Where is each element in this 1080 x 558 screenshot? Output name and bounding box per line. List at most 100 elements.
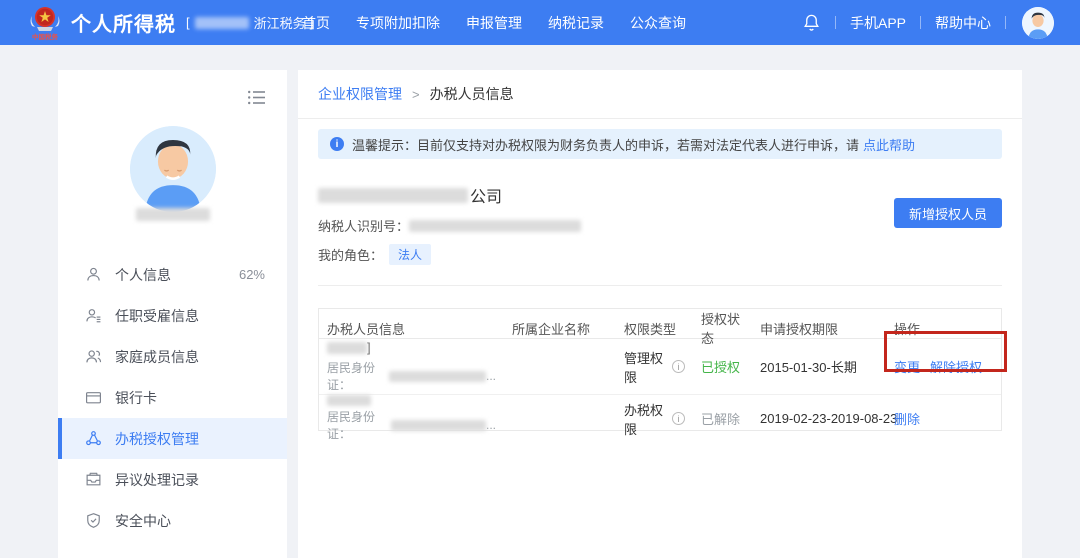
- sidebar-item-label: 个人信息: [115, 265, 171, 285]
- id-ellipsis: ...: [486, 369, 496, 383]
- operations-cell: 变更 解除授权: [878, 357, 1000, 376]
- sidebar-item-label: 安全中心: [115, 511, 171, 531]
- table-row: 居民身份证： ... 办税权限 i 已解除 2019-02-23-2019-08…: [319, 395, 1001, 430]
- redacted-id-number: [391, 420, 486, 431]
- divider: [920, 16, 921, 29]
- table-header-row: 办税人员信息 所属企业名称 权限类型 授权状态 申请授权期限 操作: [319, 309, 1001, 339]
- app-subtitle: [ 浙江税务 ]: [186, 13, 313, 32]
- auth-status-cell: 已授权: [693, 357, 752, 376]
- person-name: ]: [327, 340, 496, 355]
- role-badge: 法人: [389, 244, 431, 265]
- redacted-company-name: [318, 188, 468, 203]
- taxpayer-id-label: 纳税人识别号：: [318, 216, 409, 235]
- sidebar-item-label: 异议处理记录: [115, 470, 199, 490]
- breadcrumb-parent-link[interactable]: 企业权限管理: [318, 84, 402, 104]
- breadcrumb-separator: >: [412, 87, 420, 102]
- sidebar: 个人信息 62% 任职受雇信息 家庭成员信息 银行卡 办税授权管理: [58, 70, 287, 558]
- tax-emblem-logo: 中国税务: [28, 4, 62, 42]
- sidebar-item-label: 任职受雇信息: [115, 306, 199, 326]
- notice-text: 温馨提示：目前仅支持对办税权限为财务负责人的申诉，若需对法定代表人进行申诉，请: [352, 135, 859, 154]
- bank-card-icon: [85, 389, 103, 406]
- collapse-menu-icon[interactable]: [248, 90, 265, 110]
- region-label: 浙江税务: [254, 13, 306, 32]
- profile-completion-percent: 62%: [239, 267, 265, 282]
- person-name: [327, 395, 496, 406]
- notification-bell-icon[interactable]: [802, 13, 821, 32]
- redacted-taxpayer-id: [409, 220, 581, 232]
- permission-type-cell: 办税权限 i: [616, 400, 693, 438]
- authorized-persons-table: 办税人员信息 所属企业名称 权限类型 授权状态 申请授权期限 操作 ] 居民身份…: [318, 308, 1002, 431]
- redacted-id-number: [389, 371, 486, 382]
- operations-cell: 删除: [878, 409, 1000, 428]
- nav-tax-records[interactable]: 纳税记录: [548, 13, 604, 33]
- bracket-open: [: [186, 15, 190, 30]
- redacted-person-name: [327, 395, 371, 406]
- main-nav: 首页 专项附加扣除 申报管理 纳税记录 公众查询: [302, 0, 686, 45]
- sidebar-item-label: 办税授权管理: [115, 429, 199, 449]
- id-type-label: 居民身份证：: [327, 408, 391, 442]
- nav-special-deduction[interactable]: 专项附加扣除: [356, 13, 440, 33]
- permission-type: 管理权限: [624, 348, 669, 386]
- sidebar-item-personal-info[interactable]: 个人信息 62%: [58, 254, 287, 295]
- main-panel: 企业权限管理 > 办税人员信息 i 温馨提示：目前仅支持对办税权限为财务负责人的…: [298, 70, 1022, 558]
- sidebar-item-employment-info[interactable]: 任职受雇信息: [58, 295, 287, 336]
- info-circle-icon[interactable]: i: [672, 412, 685, 425]
- permission-type-cell: 管理权限 i: [616, 348, 693, 386]
- sidebar-item-bank-card[interactable]: 银行卡: [58, 377, 287, 418]
- mobile-app-link[interactable]: 手机APP: [850, 13, 906, 33]
- my-role-label: 我的角色：: [318, 245, 383, 264]
- sidebar-menu: 个人信息 62% 任职受雇信息 家庭成员信息 银行卡 办税授权管理: [58, 254, 287, 541]
- redacted-region-prefix: [195, 17, 249, 29]
- add-authorized-person-button[interactable]: 新增授权人员: [894, 198, 1002, 228]
- divider: [835, 16, 836, 29]
- revoke-authorization-link[interactable]: 解除授权: [930, 357, 982, 376]
- sidebar-item-security-center[interactable]: 安全中心: [58, 500, 287, 541]
- sidebar-item-family-members[interactable]: 家庭成员信息: [58, 336, 287, 377]
- id-ellipsis: ...: [486, 418, 496, 432]
- help-center-link[interactable]: 帮助中心: [935, 13, 991, 33]
- section-divider: [318, 285, 1002, 286]
- sidebar-item-tax-authorization[interactable]: 办税授权管理: [58, 418, 287, 459]
- person-id: 居民身份证： ...: [327, 408, 496, 442]
- delete-link[interactable]: 删除: [894, 409, 920, 428]
- id-type-label: 居民身份证：: [327, 359, 389, 393]
- notice-banner: i 温馨提示：目前仅支持对办税权限为财务负责人的申诉，若需对法定代表人进行申诉，…: [318, 129, 1002, 159]
- auth-status-cell: 已解除: [693, 409, 752, 428]
- change-link[interactable]: 变更: [894, 357, 920, 376]
- sidebar-item-dispute-records[interactable]: 异议处理记录: [58, 459, 287, 500]
- table-row: ] 居民身份证： ... 管理权限 i 已授权 2015-01-30-长期 变更…: [319, 339, 1001, 395]
- profile-avatar: [130, 126, 216, 212]
- person-info-cell: ] 居民身份证： ...: [319, 340, 504, 393]
- nav-home[interactable]: 首页: [302, 13, 330, 33]
- col-header-operations: 操作: [878, 309, 1000, 347]
- help-here-link[interactable]: 点此帮助: [863, 135, 915, 154]
- col-header-auth-status: 授权状态: [693, 309, 752, 347]
- person-id: 居民身份证： ...: [327, 359, 496, 393]
- auth-period-cell: 2015-01-30-长期: [752, 357, 878, 376]
- info-icon: i: [330, 137, 344, 151]
- my-role-line: 我的角色： 法人: [318, 244, 1002, 265]
- user-avatar[interactable]: [1022, 7, 1054, 39]
- person-document-icon: [85, 307, 103, 324]
- nav-public-query[interactable]: 公众查询: [630, 13, 686, 33]
- top-header: 中国税务 个人所得税 [ 浙江税务 ] 首页 专项附加扣除 申报管理 纳税记录 …: [0, 0, 1080, 45]
- company-name-suffix: 公司: [470, 183, 502, 207]
- col-header-permission-type: 权限类型: [616, 309, 693, 347]
- app-title: 个人所得税: [71, 8, 176, 37]
- person-name-suffix: ]: [367, 340, 371, 355]
- sitemap-icon: [85, 430, 103, 447]
- permission-type: 办税权限: [624, 400, 669, 438]
- col-header-auth-period: 申请授权期限: [752, 309, 878, 347]
- person-icon: [85, 266, 103, 283]
- col-header-company-name: 所属企业名称: [504, 309, 616, 347]
- breadcrumb: 企业权限管理 > 办税人员信息: [298, 70, 1022, 119]
- redacted-username: [136, 208, 210, 221]
- nav-declare-manage[interactable]: 申报管理: [466, 13, 522, 33]
- person-info-cell: 居民身份证： ...: [319, 395, 504, 442]
- shield-check-icon: [85, 512, 103, 529]
- svg-text:中国税务: 中国税务: [32, 32, 59, 41]
- inbox-icon: [85, 471, 103, 488]
- sidebar-item-label: 银行卡: [115, 388, 157, 408]
- divider: [1005, 16, 1006, 29]
- info-circle-icon[interactable]: i: [672, 360, 685, 373]
